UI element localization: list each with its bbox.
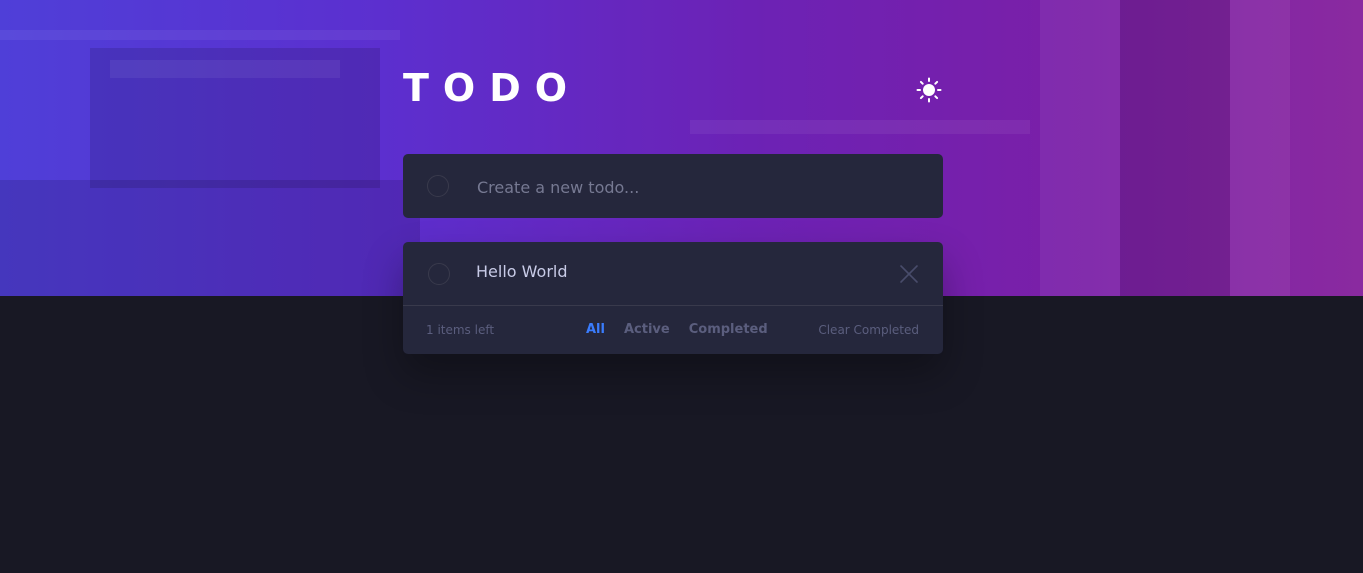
sun-icon <box>916 77 942 103</box>
bg-texture <box>1230 0 1290 296</box>
close-icon <box>900 265 918 283</box>
new-todo-checkbox[interactable] <box>427 175 449 197</box>
filter-completed[interactable]: Completed <box>689 322 768 337</box>
list-item: Hello World <box>403 242 943 306</box>
todo-checkbox[interactable] <box>428 263 450 285</box>
clear-completed-button[interactable]: Clear Completed <box>818 323 919 337</box>
list-footer: 1 items left All Active Completed Clear … <box>403 306 943 354</box>
bg-texture <box>1040 0 1120 296</box>
bg-texture <box>1120 0 1230 296</box>
items-left-count: 1 items left <box>426 323 495 337</box>
todo-text[interactable]: Hello World <box>476 262 568 281</box>
theme-toggle-button[interactable] <box>914 75 944 105</box>
filter-active[interactable]: Active <box>624 322 670 337</box>
new-todo-input[interactable] <box>475 168 919 206</box>
bg-texture <box>0 30 400 40</box>
app-title: TODO <box>403 66 582 110</box>
bg-texture <box>0 180 420 296</box>
filter-all[interactable]: All <box>586 322 605 337</box>
todo-list: Hello World 1 items left All Active Comp… <box>403 242 943 354</box>
delete-todo-button[interactable] <box>899 264 919 284</box>
new-todo-bar <box>403 154 943 218</box>
bg-texture <box>110 60 340 78</box>
bg-texture <box>690 120 1030 134</box>
filter-group: All Active Completed <box>586 322 768 337</box>
